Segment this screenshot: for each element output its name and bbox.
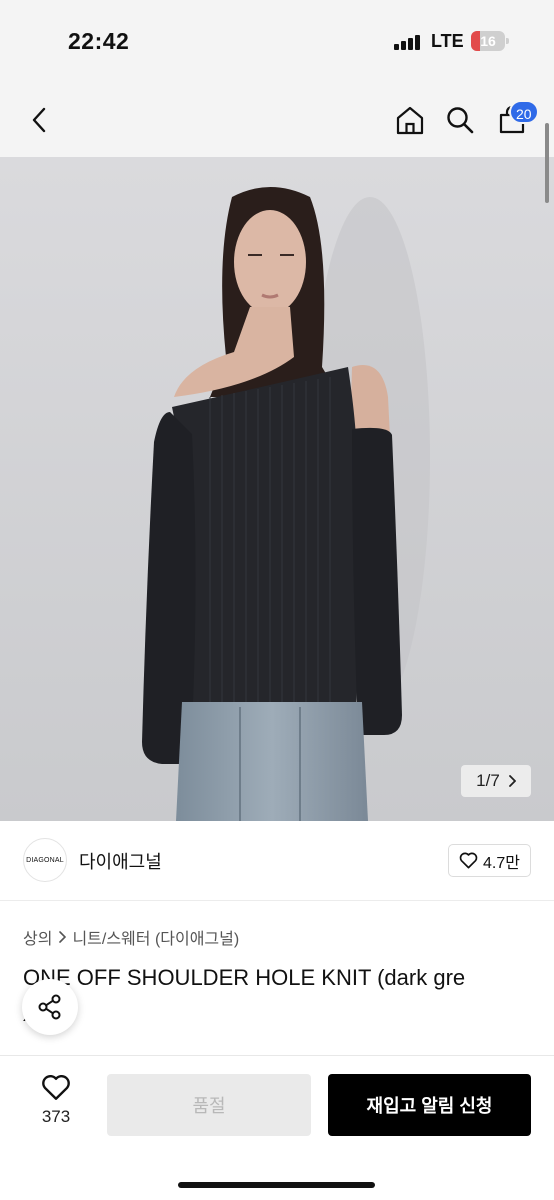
- chevron-left-icon: [32, 107, 46, 133]
- home-button[interactable]: [390, 100, 430, 140]
- image-pagination[interactable]: 1/7: [461, 765, 531, 797]
- brand-like-button[interactable]: 4.7만: [448, 844, 531, 877]
- breadcrumb-category[interactable]: 상의: [23, 925, 52, 949]
- product-image[interactable]: [0, 157, 554, 821]
- breadcrumb-subcategory[interactable]: 니트/스웨터 (다이애그널): [72, 925, 239, 949]
- network-type: LTE: [431, 31, 464, 51]
- soldout-button[interactable]: 품절: [107, 1074, 311, 1136]
- signal-icon: [394, 34, 422, 50]
- status-time: 22:42: [68, 28, 130, 54]
- status-bar: 22:42 LTE 16: [0, 0, 554, 82]
- battery-level: 16: [480, 33, 496, 49]
- share-icon: [38, 994, 61, 1020]
- search-button[interactable]: [440, 100, 480, 140]
- brand-row: DIAGONAL 다이애그널 4.7만: [0, 821, 554, 901]
- breadcrumb: 상의 니트/스웨터 (다이애그널): [23, 925, 239, 949]
- home-indicator[interactable]: [178, 1182, 375, 1188]
- brand-name[interactable]: 다이애그널: [79, 848, 162, 874]
- restock-alert-button[interactable]: 재입고 알림 신청: [328, 1074, 531, 1136]
- heart-icon: [42, 1074, 70, 1100]
- search-icon: [447, 107, 474, 134]
- product-title: ONE OFF SHOULDER HOLE KNIT (dark gre: [23, 965, 466, 990]
- brand-like-count: 4.7만: [483, 854, 520, 872]
- wishlist-count: 373: [41, 1107, 71, 1126]
- chevron-right-icon: [508, 775, 516, 787]
- heart-icon: [459, 852, 478, 869]
- brand-logo[interactable]: DIAGONAL: [23, 838, 67, 882]
- back-button[interactable]: [20, 100, 60, 140]
- share-button[interactable]: [22, 979, 78, 1035]
- battery-icon: 16: [471, 31, 509, 51]
- chevron-right-icon: [59, 931, 67, 943]
- image-counter-text: 1/7: [476, 771, 500, 790]
- home-icon: [396, 106, 424, 135]
- bottom-action-bar: 373 품절 재입고 알림 신청: [0, 1055, 554, 1200]
- top-nav: [0, 82, 554, 157]
- wishlist-button[interactable]: 373: [26, 1074, 86, 1144]
- page-scrollbar[interactable]: [545, 123, 549, 203]
- cart-count-badge: 20: [509, 100, 539, 124]
- product-photo: [0, 157, 554, 821]
